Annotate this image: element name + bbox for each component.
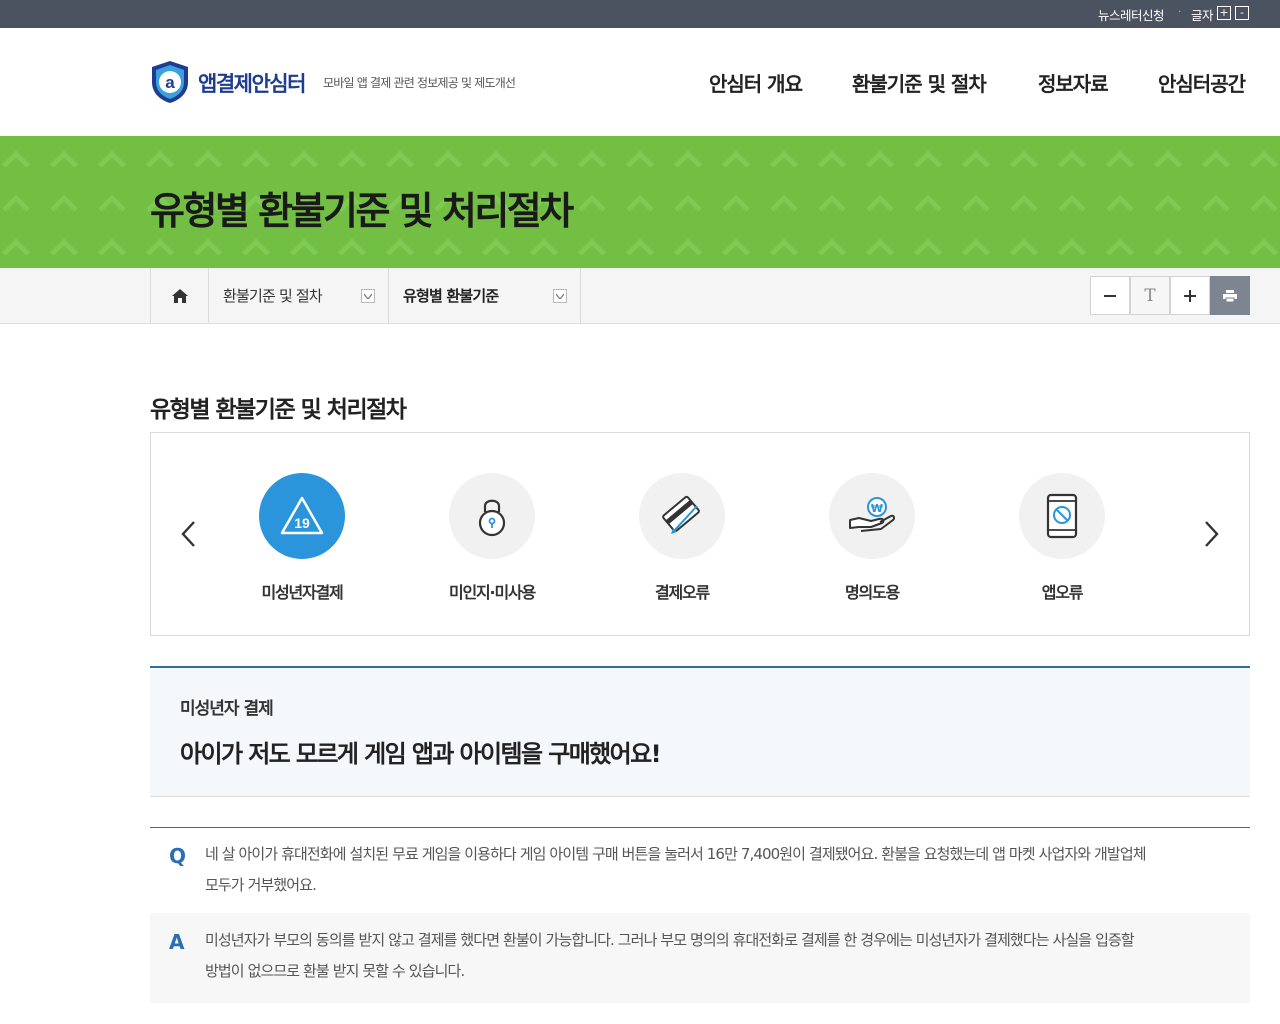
category-app-error[interactable]: 앱오류 bbox=[992, 473, 1132, 603]
category-label: 미인지·미사용 bbox=[449, 583, 536, 602]
age-badge-text: 19 bbox=[294, 515, 310, 531]
nav-info[interactable]: 정보자료 bbox=[1038, 68, 1109, 97]
plus-icon bbox=[1184, 289, 1196, 302]
home-button[interactable] bbox=[151, 268, 208, 324]
font-decrease-button[interactable]: - bbox=[1235, 6, 1249, 20]
breadcrumb-level1[interactable]: 환불기준 및 절차 bbox=[223, 268, 323, 324]
page-title: 유형별 환불기준 및 처리절차 bbox=[150, 189, 574, 233]
site-header: a 앱결제안심터 모바일 앱 결제 관련 정보제공 및 제도개선 안심터 개요 … bbox=[0, 28, 1280, 136]
breadcrumb-level1-dropdown[interactable] bbox=[361, 289, 375, 303]
category-icon-circle bbox=[449, 473, 535, 559]
print-icon bbox=[1223, 289, 1237, 302]
category-label: 미성년자결제 bbox=[261, 583, 343, 602]
zoom-in-button[interactable] bbox=[1170, 276, 1210, 315]
hand-coin-icon: ₩ bbox=[849, 497, 896, 532]
answer-line: 방법이 없으므로 환불 받지 못할 수 있습니다. bbox=[205, 962, 465, 980]
answer-text: 미성년자가 부모의 동의를 받지 않고 결제를 했다면 환불이 가능합니다. 그… bbox=[205, 925, 1235, 987]
answer-block: A 미성년자가 부모의 동의를 받지 않고 결제를 했다면 환불이 가능합니다.… bbox=[150, 913, 1250, 1003]
category-icon-circle: 19 bbox=[259, 473, 345, 559]
breadcrumb-divider bbox=[388, 268, 389, 324]
answer-mark: A bbox=[169, 930, 185, 954]
logo-name[interactable]: 앱결제안심터 bbox=[198, 68, 306, 98]
newsletter-link[interactable]: 뉴스레터신청 bbox=[1098, 5, 1165, 24]
question-block: Q 네 살 아이가 휴대전화에 설치된 무료 게임을 이용하다 게임 아이템 구… bbox=[150, 828, 1250, 913]
logo-subtitle: 모바일 앱 결제 관련 정보제공 및 제도개선 bbox=[323, 76, 516, 90]
nav-refund[interactable]: 환불기준 및 절차 bbox=[852, 68, 987, 97]
carousel-next-icon[interactable] bbox=[1199, 519, 1223, 549]
font-reset-button[interactable]: T bbox=[1130, 276, 1170, 315]
breadcrumb-level2-dropdown[interactable] bbox=[553, 289, 567, 303]
nav-space[interactable]: 안심터공간 bbox=[1158, 68, 1246, 97]
category-unaware-unused[interactable]: 미인지·미사용 bbox=[422, 473, 562, 603]
zoom-out-button[interactable] bbox=[1090, 276, 1130, 315]
answer-line: 미성년자가 부모의 동의를 받지 않고 결제를 했다면 환불이 가능합니다. 그… bbox=[205, 931, 1135, 949]
chevron-down-icon bbox=[556, 293, 564, 299]
utility-bar: 뉴스레터신청 · 글자 + - bbox=[0, 0, 1280, 28]
font-increase-button[interactable]: + bbox=[1217, 6, 1231, 20]
category-icon-circle bbox=[1019, 473, 1105, 559]
case-question-title: 아이가 저도 모르게 게임 앱과 아이템을 구매했어요! bbox=[180, 740, 662, 768]
category-label: 결제오류 bbox=[654, 583, 710, 602]
age-19-icon: 19 bbox=[280, 496, 324, 535]
utility-separator: · bbox=[1178, 5, 1182, 18]
phone-blocked-icon bbox=[1046, 493, 1078, 539]
card-icon bbox=[662, 495, 700, 534]
category-identity-theft[interactable]: ₩ 명의도용 bbox=[802, 473, 942, 603]
question-line: 네 살 아이가 휴대전화에 설치된 무료 게임을 이용하다 게임 아이템 구매 … bbox=[205, 845, 1147, 863]
breadcrumb-divider bbox=[580, 268, 581, 324]
breadcrumb-level2[interactable]: 유형별 환불기준 bbox=[403, 268, 499, 324]
category-label: 명의도용 bbox=[844, 583, 900, 602]
case-summary: 미성년자 결제 아이가 저도 모르게 게임 앱과 아이템을 구매했어요! bbox=[150, 666, 1250, 797]
page-banner: 유형별 환불기준 및 처리절차 bbox=[0, 136, 1280, 268]
section-title: 유형별 환불기준 및 처리절차 bbox=[150, 397, 407, 423]
question-text: 네 살 아이가 휴대전화에 설치된 무료 게임을 이용하다 게임 아이템 구매 … bbox=[205, 839, 1235, 901]
nav-about[interactable]: 안심터 개요 bbox=[709, 68, 803, 97]
currency-badge-text: ₩ bbox=[871, 502, 883, 515]
minus-icon bbox=[1104, 294, 1116, 297]
category-minor-payment[interactable]: 19 미성년자결제 bbox=[232, 473, 372, 603]
logo-shield-icon[interactable]: a bbox=[150, 60, 190, 104]
font-size-label: 글자 bbox=[1191, 8, 1214, 23]
breadcrumb: 환불기준 및 절차 유형별 환불기준 bbox=[0, 268, 1280, 324]
question-mark: Q bbox=[169, 844, 187, 868]
case-category: 미성년자 결제 bbox=[180, 699, 274, 719]
lock-icon bbox=[478, 499, 506, 537]
category-label: 앱오류 bbox=[1041, 583, 1084, 602]
svg-text:a: a bbox=[165, 73, 175, 92]
category-icon-circle bbox=[639, 473, 725, 559]
question-line: 모두가 거부했어요. bbox=[205, 876, 317, 894]
print-button[interactable] bbox=[1210, 276, 1250, 315]
carousel-prev-icon[interactable] bbox=[177, 519, 201, 549]
breadcrumb-divider bbox=[208, 268, 209, 324]
category-icon-circle: ₩ bbox=[829, 473, 915, 559]
category-payment-error[interactable]: 결제오류 bbox=[612, 473, 752, 603]
category-carousel: 19 미성년자결제 미인지·미사용 결제오류 ₩ 명의도용 앱오류 bbox=[150, 432, 1250, 636]
home-icon bbox=[171, 289, 188, 303]
chevron-down-icon bbox=[364, 293, 372, 299]
